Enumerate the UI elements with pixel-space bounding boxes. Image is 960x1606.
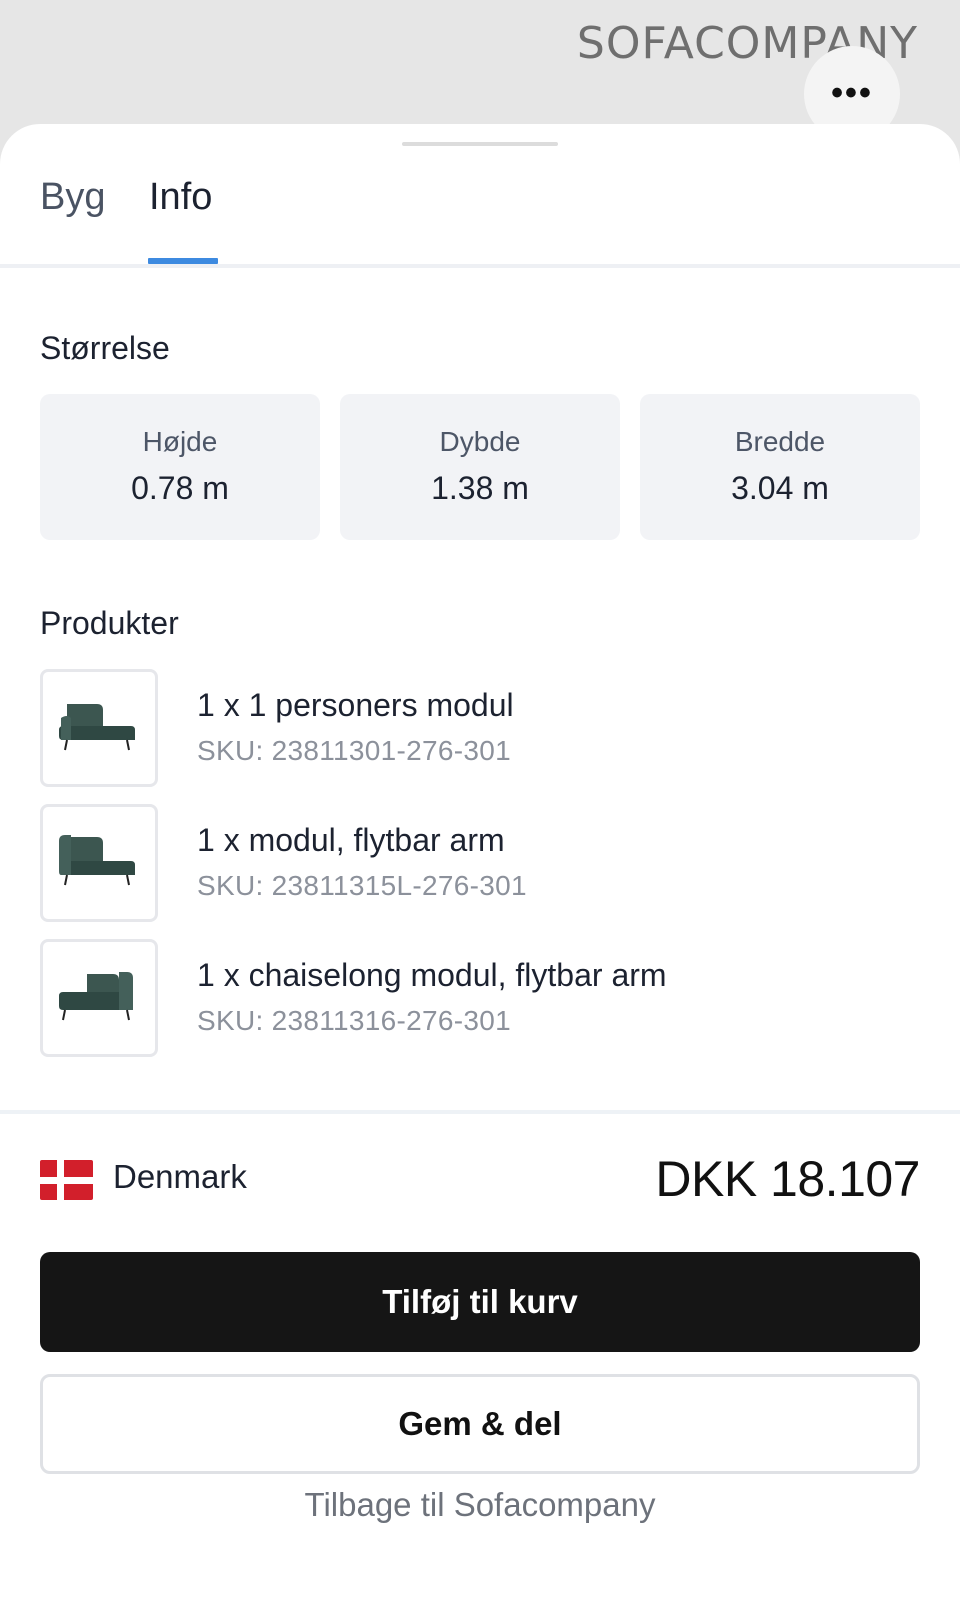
- product-thumbnail: [40, 804, 158, 922]
- size-value: 1.38 m: [431, 470, 529, 506]
- product-name: 1 x chaiselong modul, flytbar arm: [197, 957, 667, 993]
- save-share-button[interactable]: Gem & del: [40, 1374, 920, 1474]
- denmark-flag-icon[interactable]: [40, 1160, 93, 1200]
- product-sku: SKU: 23811316-276-301: [197, 1005, 512, 1036]
- size-card-depth: Dybde 1.38 m: [340, 394, 620, 540]
- ellipsis-icon: •••: [831, 74, 873, 112]
- size-card-height: Højde 0.78 m: [40, 394, 320, 540]
- product-thumbnail: [40, 669, 158, 787]
- product-sku: SKU: 23811315L-276-301: [197, 870, 527, 901]
- size-card-width: Bredde 3.04 m: [640, 394, 920, 540]
- product-item[interactable]: 1 x chaiselong modul, flytbar arm SKU: 2…: [40, 939, 920, 1057]
- product-item[interactable]: 1 x 1 personers modul SKU: 23811301-276-…: [40, 669, 920, 787]
- info-sheet: Byg Info Størrelse Højde 0.78 m Dybde 1.…: [0, 124, 960, 1606]
- size-section-title: Størrelse: [40, 330, 170, 366]
- back-to-sofacompany-link[interactable]: Tilbage til Sofacompany: [0, 1486, 960, 1524]
- product-name: 1 x modul, flytbar arm: [197, 822, 505, 858]
- size-value: 0.78 m: [131, 470, 229, 506]
- top-bar: SOFACOMPANY •••: [0, 0, 960, 142]
- product-name: 1 x 1 personers modul: [197, 687, 514, 723]
- product-sku: SKU: 23811301-276-301: [197, 735, 512, 766]
- size-label: Højde: [142, 426, 218, 457]
- tab-bar: Byg Info: [0, 124, 960, 268]
- section-divider: [0, 1110, 960, 1114]
- tab-build[interactable]: Byg: [40, 176, 105, 219]
- active-tab-indicator: [148, 258, 218, 264]
- product-thumbnail: [40, 939, 158, 1057]
- size-value: 3.04 m: [731, 470, 829, 506]
- size-label: Bredde: [734, 426, 826, 457]
- total-price: DKK 18.107: [655, 1151, 920, 1207]
- tab-info[interactable]: Info: [149, 176, 212, 219]
- size-label: Dybde: [439, 426, 521, 457]
- products-section-title: Produkter: [40, 605, 179, 641]
- product-item[interactable]: 1 x modul, flytbar arm SKU: 23811315L-27…: [40, 804, 920, 922]
- sofa-module-icon: [59, 704, 135, 751]
- add-to-cart-button[interactable]: Tilføj til kurv: [40, 1252, 920, 1352]
- sofa-arm-module-icon: [59, 835, 135, 886]
- country-selector[interactable]: Denmark: [113, 1158, 247, 1196]
- chaise-module-icon: [59, 972, 133, 1021]
